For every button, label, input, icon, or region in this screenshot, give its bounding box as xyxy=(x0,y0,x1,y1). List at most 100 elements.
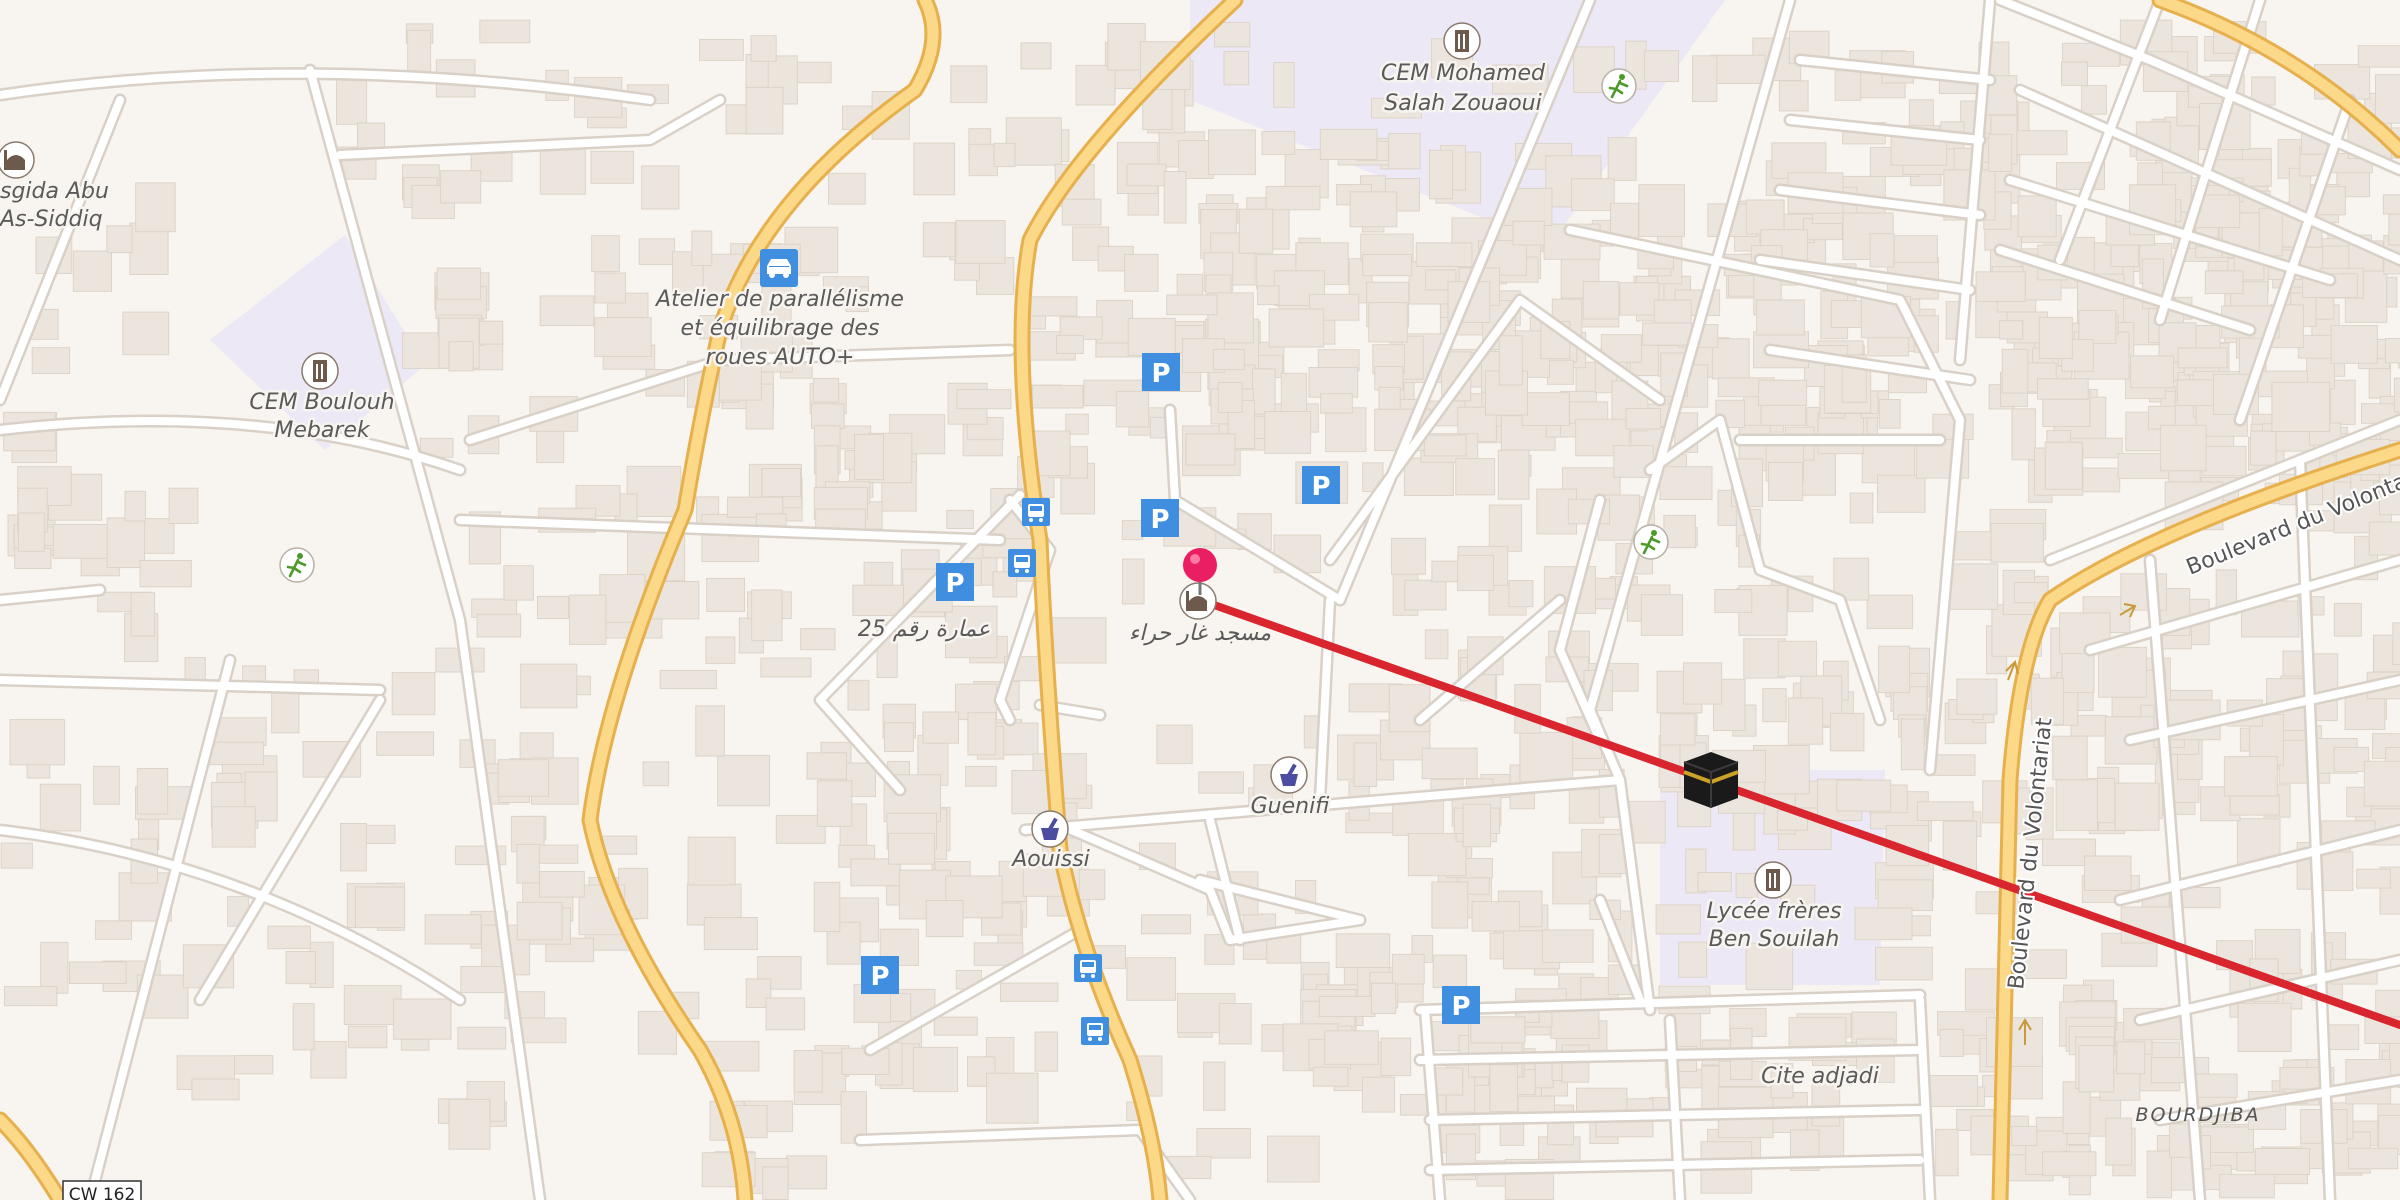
building xyxy=(1787,697,1824,745)
label-lycee: Lycée frères xyxy=(1706,899,1841,924)
building xyxy=(2037,378,2089,400)
building xyxy=(2061,61,2088,86)
building xyxy=(424,914,482,945)
parking-icon[interactable] xyxy=(1142,353,1180,391)
building xyxy=(2114,782,2160,831)
school-icon[interactable] xyxy=(1754,861,1792,899)
building xyxy=(852,584,905,617)
parking-icon[interactable] xyxy=(1442,986,1480,1024)
building xyxy=(854,434,884,481)
building xyxy=(1678,941,1708,978)
building xyxy=(806,752,847,780)
building xyxy=(52,524,108,559)
building xyxy=(2229,794,2280,816)
label-cem-boulouh: CEM Boulouh xyxy=(249,390,394,415)
bus-stop-icon[interactable] xyxy=(1081,1017,1109,1045)
building xyxy=(1353,742,1378,788)
building xyxy=(1817,412,1865,455)
building xyxy=(503,565,534,601)
building xyxy=(1268,308,1325,348)
building xyxy=(2038,316,2073,359)
building xyxy=(539,295,595,327)
label-atelier: Atelier de parallélisme xyxy=(654,287,904,312)
car-repair-icon[interactable] xyxy=(760,249,798,287)
building xyxy=(1265,185,1321,211)
building xyxy=(965,766,997,787)
parking-icon[interactable] xyxy=(936,563,974,601)
building xyxy=(479,19,531,44)
building xyxy=(106,225,133,254)
building xyxy=(1521,392,1570,426)
building xyxy=(460,966,506,994)
building xyxy=(1122,558,1145,605)
building xyxy=(1916,801,1974,821)
building xyxy=(2393,377,2400,413)
building xyxy=(1415,242,1473,267)
building xyxy=(1107,23,1146,71)
building xyxy=(1610,202,1639,239)
building xyxy=(136,768,169,815)
school-icon[interactable] xyxy=(1443,22,1481,60)
label-bourdjiba: BOURDJIBA xyxy=(2136,1104,2261,1126)
mosque-icon[interactable] xyxy=(1179,582,1217,620)
building xyxy=(2363,760,2400,807)
building xyxy=(1198,771,1245,794)
building xyxy=(2258,207,2283,257)
building xyxy=(1185,433,1236,466)
building xyxy=(946,509,974,529)
building xyxy=(1497,449,1530,500)
building xyxy=(594,317,652,357)
building xyxy=(705,636,736,664)
building xyxy=(0,842,33,869)
parking-icon[interactable] xyxy=(861,956,899,994)
school-icon[interactable] xyxy=(301,352,339,390)
building xyxy=(1760,404,1807,426)
building xyxy=(2384,338,2400,364)
sport-icon[interactable] xyxy=(278,546,316,584)
building xyxy=(816,780,853,827)
building xyxy=(1319,128,1378,161)
parking-icon[interactable] xyxy=(1302,466,1340,504)
building xyxy=(591,235,620,273)
building xyxy=(695,705,725,757)
bus-stop-icon[interactable] xyxy=(1008,549,1036,577)
building xyxy=(1489,1064,1519,1113)
building xyxy=(1878,645,1911,694)
building xyxy=(1374,366,1404,391)
building xyxy=(520,663,578,709)
building xyxy=(1362,254,1413,277)
sport-icon[interactable] xyxy=(1600,67,1638,105)
building xyxy=(828,172,866,205)
mosque-icon[interactable] xyxy=(0,141,35,179)
pharmacy-icon[interactable] xyxy=(1031,810,1069,848)
building xyxy=(1308,367,1359,398)
sport-icon[interactable] xyxy=(1632,523,1670,561)
kaaba-icon[interactable] xyxy=(1683,752,1739,808)
building xyxy=(1988,133,2013,172)
building xyxy=(539,871,585,898)
bus-stop-icon[interactable] xyxy=(1074,954,1102,982)
label-mosque-abu: sgida Abu xyxy=(0,179,109,204)
building xyxy=(1877,879,1933,912)
building xyxy=(539,146,586,195)
building xyxy=(1126,163,1167,187)
building xyxy=(912,1046,958,1093)
building xyxy=(1975,271,2026,302)
building xyxy=(1424,629,1449,660)
building xyxy=(793,1050,823,1093)
building xyxy=(1126,957,1177,1001)
label-atelier: et équilibrage des xyxy=(681,316,880,341)
building xyxy=(1692,55,1718,102)
bus-stop-icon[interactable] xyxy=(1022,498,1050,526)
building xyxy=(955,220,1006,264)
parking-icon[interactable] xyxy=(1141,499,1179,537)
building xyxy=(1836,779,1892,812)
building xyxy=(1261,1024,1284,1052)
building xyxy=(2011,1125,2038,1147)
building xyxy=(1218,1003,1252,1045)
building xyxy=(440,170,482,204)
map-canvas[interactable]: P xyxy=(0,0,2400,1200)
building xyxy=(1834,70,1862,101)
pharmacy-icon[interactable] xyxy=(1270,756,1308,794)
building xyxy=(2084,855,2132,891)
